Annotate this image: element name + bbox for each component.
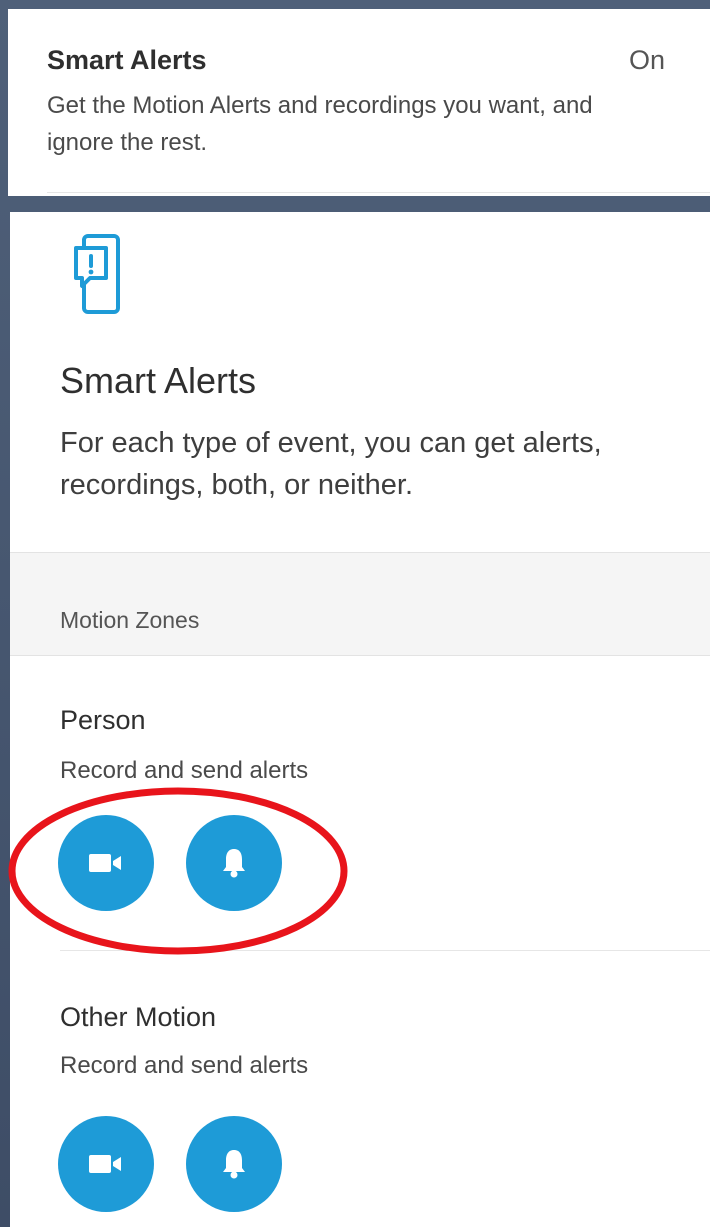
smart-alerts-detail-panel: Smart Alerts For each type of event, you… xyxy=(10,212,710,1227)
summary-description: Get the Motion Alerts and recordings you… xyxy=(47,92,593,156)
divider xyxy=(47,192,710,193)
item-subtitle-person: Record and send alerts xyxy=(60,757,309,784)
other-motion-alert-toggle-button[interactable] xyxy=(186,1116,282,1212)
bell-icon xyxy=(223,1150,245,1179)
video-camera-icon xyxy=(89,1155,121,1173)
section-label: Motion Zones xyxy=(60,607,200,633)
summary-title: Smart Alerts xyxy=(47,45,207,75)
video-camera-icon xyxy=(89,854,121,872)
motion-zones-section-header: Motion Zones xyxy=(10,552,710,656)
item-title-other-motion: Other Motion xyxy=(60,1002,217,1032)
item-subtitle-other-motion: Record and send alerts xyxy=(60,1052,309,1079)
bell-icon xyxy=(223,849,245,878)
detail-title: Smart Alerts xyxy=(60,360,257,401)
person-record-toggle-button[interactable] xyxy=(58,815,154,911)
summary-status: On xyxy=(628,45,665,75)
other-motion-record-toggle-button[interactable] xyxy=(58,1116,154,1212)
smart-alerts-summary-card[interactable]: Smart Alerts On Get the Motion Alerts an… xyxy=(8,9,710,196)
divider xyxy=(60,950,710,951)
item-title-person: Person xyxy=(60,705,146,735)
detail-description: For each type of event, you can get aler… xyxy=(60,427,602,501)
phone-alert-icon xyxy=(74,234,120,314)
person-alert-toggle-button[interactable] xyxy=(186,815,282,911)
